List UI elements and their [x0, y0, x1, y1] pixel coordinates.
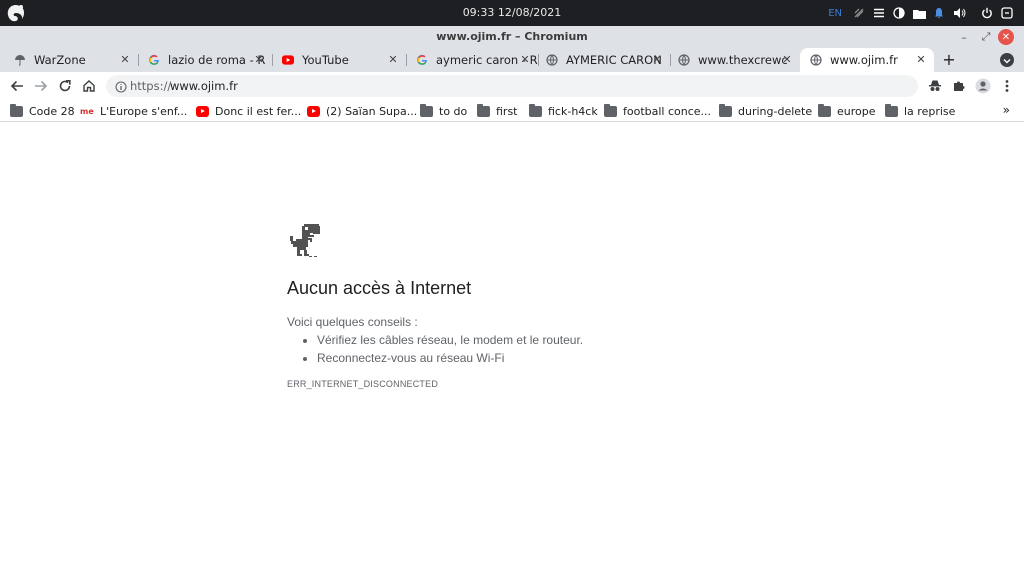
address-bar[interactable]: https:// www.ojim.fr	[106, 75, 918, 97]
tab-close-button[interactable]: ✕	[118, 53, 132, 67]
bookmarks-bar: Code 28 me L'Europe s'enf... Donc il est…	[0, 100, 1024, 122]
bookmark-to-do[interactable]: to do	[420, 103, 467, 119]
tab-strip: WarZone ✕ lazio de roma - R ✕ YouTube ✕ …	[0, 48, 1024, 72]
network-disconnected-icon[interactable]	[852, 6, 866, 20]
settings-toggle-icon[interactable]	[1000, 6, 1014, 20]
bookmark-label: Code 28	[29, 104, 75, 118]
suggestion-reconnect-wifi: Reconnectez-vous au réseau Wi-Fi	[317, 351, 737, 365]
folder-icon	[885, 103, 898, 117]
bookmark-europe[interactable]: europe	[818, 103, 876, 119]
bookmark-label: la reprise	[904, 104, 956, 118]
bookmark-label: Donc il est fer...	[215, 104, 302, 118]
globe-icon	[678, 54, 690, 66]
bookmark-label: L'Europe s'enf...	[100, 104, 188, 118]
bookmark-first[interactable]: first	[477, 103, 518, 119]
tab-close-button[interactable]: ✕	[252, 53, 266, 67]
error-suggestions-list: Vérifiez les câbles réseau, le modem et …	[317, 333, 737, 365]
error-page: Aucun accès à Internet Voici quelques co…	[287, 222, 737, 389]
google-icon	[416, 54, 428, 66]
bookmark-saian-supa[interactable]: (2) Saïan Supa...	[307, 103, 417, 119]
globe-icon	[810, 54, 822, 66]
bookmark-code-28[interactable]: Code 28	[10, 103, 75, 119]
bookmark-europe-article[interactable]: me L'Europe s'enf...	[80, 103, 187, 119]
menu-icon[interactable]	[872, 6, 886, 20]
bookmark-football-conce[interactable]: football conce...	[604, 103, 711, 119]
bookmark-during-delete[interactable]: during-delete	[719, 103, 812, 119]
window-title-bar[interactable]: www.ojim.fr – Chromium – ⤢ ✕	[0, 26, 1024, 48]
bookmark-donc-il-est[interactable]: Donc il est fer...	[196, 103, 301, 119]
tab-close-button[interactable]: ✕	[650, 53, 664, 67]
suggestion-check-cables: Vérifiez les câbles réseau, le modem et …	[317, 333, 737, 347]
folder-icon	[818, 103, 831, 117]
bookmark-label: during-delete	[738, 104, 813, 118]
tab-youtube[interactable]: YouTube ✕	[272, 48, 407, 72]
bookmark-label: football conce...	[623, 104, 712, 118]
system-top-bar: 09:33 12/08/2021 EN	[0, 0, 1024, 26]
youtube-icon	[282, 54, 294, 66]
error-suggestions-heading: Voici quelques conseils :	[287, 315, 418, 329]
google-icon	[148, 54, 160, 66]
bookmark-label: fick-h4ck	[548, 104, 598, 118]
folder-icon	[420, 103, 433, 117]
umbrella-icon	[14, 54, 26, 66]
power-icon[interactable]	[980, 6, 994, 20]
incognito-extension-icon[interactable]	[926, 77, 944, 95]
folder-icon	[477, 103, 490, 117]
tab-lazio-de-roma[interactable]: lazio de roma - R ✕	[138, 48, 273, 72]
forward-button[interactable]	[32, 77, 50, 95]
error-title: Aucun accès à Internet	[287, 278, 472, 298]
tab-close-button[interactable]: ✕	[518, 53, 532, 67]
folder-icon[interactable]	[912, 6, 926, 20]
tab-warzone[interactable]: WarZone ✕	[0, 48, 139, 72]
new-tab-button[interactable]: +	[940, 51, 958, 69]
folder-icon	[529, 103, 542, 117]
maximize-button[interactable]: ⤢	[978, 29, 994, 45]
url-scheme: https://	[130, 79, 172, 93]
keyboard-language[interactable]: EN	[828, 8, 842, 19]
youtube-icon	[196, 105, 209, 117]
reload-button[interactable]	[56, 77, 74, 95]
tab-close-button[interactable]: ✕	[780, 53, 794, 67]
close-window-button[interactable]: ✕	[998, 29, 1014, 45]
tab-search-icon[interactable]	[1000, 53, 1014, 67]
night-light-icon[interactable]	[892, 6, 906, 20]
bookmarks-overflow-button[interactable]: »	[1003, 103, 1010, 117]
site-info-icon[interactable]	[114, 79, 128, 93]
browser-toolbar: https:// www.ojim.fr	[0, 72, 1024, 100]
chrome-menu-icon[interactable]	[998, 77, 1016, 95]
bookmark-label: to do	[439, 104, 468, 118]
offline-dinosaur-icon[interactable]	[287, 222, 321, 258]
minimize-button[interactable]: –	[956, 29, 972, 45]
tab-thexcrew[interactable]: www.thexcrewc ✕	[670, 48, 800, 72]
error-code: ERR_INTERNET_DISCONNECTED	[287, 379, 439, 389]
tab-aymeric-caron-search[interactable]: aymeric caron - R ✕	[406, 48, 539, 72]
globe-icon	[546, 54, 558, 66]
youtube-icon	[307, 105, 320, 117]
window-title: www.ojim.fr – Chromium	[436, 30, 588, 43]
tab-close-button[interactable]: ✕	[386, 53, 400, 67]
folder-icon	[604, 103, 617, 117]
bookmark-fick-h4ck[interactable]: fick-h4ck	[529, 103, 598, 119]
me-icon: me	[80, 106, 94, 116]
tab-aymeric-caron[interactable]: AYMERIC CARON ✕	[538, 48, 671, 72]
extensions-puzzle-icon[interactable]	[950, 77, 968, 95]
bookmark-label: europe	[837, 104, 876, 118]
folder-icon	[719, 103, 732, 117]
tab-close-button[interactable]: ✕	[914, 53, 928, 67]
back-button[interactable]	[8, 77, 26, 95]
url-host: www.ojim.fr	[170, 79, 238, 93]
folder-icon	[10, 103, 23, 117]
volume-icon[interactable]	[952, 6, 966, 20]
tab-ojim-active[interactable]: www.ojim.fr ✕	[800, 48, 934, 72]
bookmark-la-reprise[interactable]: la reprise	[885, 103, 955, 119]
bookmark-label: first	[496, 104, 518, 118]
system-tray: EN	[828, 4, 1014, 22]
notification-bell-icon[interactable]	[932, 6, 946, 20]
bookmark-label: (2) Saïan Supa...	[326, 104, 418, 118]
home-button[interactable]	[80, 77, 98, 95]
profile-avatar-icon[interactable]	[974, 77, 992, 95]
